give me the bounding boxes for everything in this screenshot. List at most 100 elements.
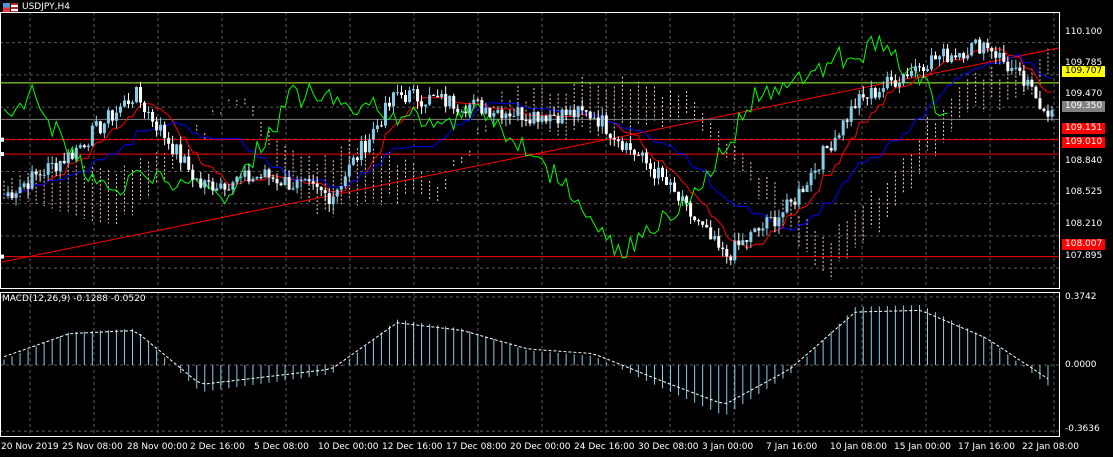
candle-body <box>817 169 821 171</box>
candle-body <box>468 104 472 114</box>
candle-body <box>540 115 544 122</box>
candle-body <box>950 55 954 63</box>
candle-body <box>921 67 925 72</box>
candle-body <box>604 115 608 134</box>
candle-body <box>576 106 580 118</box>
candle-body <box>721 247 725 250</box>
candle-body <box>484 107 488 114</box>
candle-body <box>677 191 681 201</box>
candle-body <box>552 114 556 116</box>
candle-body <box>1050 110 1054 117</box>
candle-body <box>339 185 343 190</box>
candle-body <box>251 178 255 182</box>
candle-body <box>472 99 476 105</box>
candle-body <box>913 66 917 71</box>
time-tick: 24 Dec 16:00 <box>574 442 635 452</box>
candle-body <box>271 177 275 179</box>
candle-body <box>122 100 126 107</box>
candle-body <box>383 102 387 126</box>
candle-body <box>725 249 729 257</box>
candle-body <box>640 152 644 156</box>
candle-body <box>207 180 211 182</box>
time-tick: 15 Jan 00:00 <box>894 442 951 452</box>
candle-body <box>82 145 86 148</box>
candle-body <box>488 107 492 117</box>
candle-body <box>648 163 652 170</box>
candle-body <box>480 100 484 114</box>
candle-body <box>1042 108 1046 111</box>
candle-body <box>889 76 893 81</box>
candle-body <box>962 53 966 59</box>
candle-body <box>709 227 713 240</box>
candle-body <box>966 55 970 59</box>
candle-body <box>351 157 355 165</box>
candle-body <box>263 169 267 178</box>
candle-body <box>14 193 18 199</box>
candle-body <box>524 119 528 121</box>
candle-body <box>994 51 998 58</box>
candle-body <box>869 88 873 99</box>
candle-body <box>548 114 552 122</box>
candle-body <box>299 179 303 181</box>
candle-body <box>998 52 1002 58</box>
candle-body <box>408 90 412 103</box>
price-tick: 108.840 <box>1065 156 1103 166</box>
candle-body <box>379 125 383 127</box>
candle-body <box>460 111 464 113</box>
time-tick: 30 Dec 08:00 <box>638 442 699 452</box>
candle-body <box>636 154 640 156</box>
candle-body <box>331 196 335 205</box>
candle-body <box>681 196 685 201</box>
candle-body <box>167 138 171 144</box>
candle-body <box>395 92 399 94</box>
candle-body <box>652 169 656 179</box>
candle-body <box>159 124 163 131</box>
candle-body <box>22 183 26 188</box>
candle-body <box>86 145 90 148</box>
candle-body <box>179 144 183 163</box>
candle-body <box>917 66 921 68</box>
candle-body <box>644 152 648 164</box>
candle-body <box>239 176 243 178</box>
candle-body <box>416 89 420 102</box>
candle-body <box>1010 68 1014 71</box>
candle-body <box>231 182 235 190</box>
candle-body <box>741 240 745 246</box>
candle-body <box>175 144 179 155</box>
candle-body <box>793 201 797 205</box>
candle-body <box>70 152 74 159</box>
candle-body <box>347 164 351 177</box>
candle-body <box>428 95 432 105</box>
candle-body <box>106 110 110 124</box>
candle-body <box>259 177 263 179</box>
candle-body <box>448 95 452 107</box>
candle-body <box>905 74 909 77</box>
candle-body <box>464 111 468 114</box>
candle-body <box>978 39 982 54</box>
candle-body <box>946 48 950 63</box>
candle-body <box>363 140 367 153</box>
candle-body <box>620 141 624 150</box>
candle-body <box>279 183 283 186</box>
candle-body <box>98 121 102 134</box>
candle-body <box>632 149 636 155</box>
candle-body <box>400 92 404 96</box>
candle-body <box>986 42 990 49</box>
candle-body <box>544 115 548 122</box>
candle-body <box>737 240 741 246</box>
chart-canvas[interactable] <box>0 0 1113 457</box>
candle-body <box>163 124 167 139</box>
time-tick: 10 Dec 00:00 <box>318 442 379 452</box>
candle-body <box>147 111 151 113</box>
candle-body <box>151 111 155 122</box>
candle-body <box>203 180 207 188</box>
candle-body <box>139 86 143 103</box>
candle-body <box>769 217 773 219</box>
candle-body <box>841 120 845 136</box>
candle-body <box>1046 110 1050 117</box>
candle-body <box>508 113 512 117</box>
price-tick: 110.100 <box>1065 27 1103 37</box>
candle-body <box>66 152 70 164</box>
tenkan-line <box>3 48 1052 249</box>
candle-body <box>797 188 801 205</box>
